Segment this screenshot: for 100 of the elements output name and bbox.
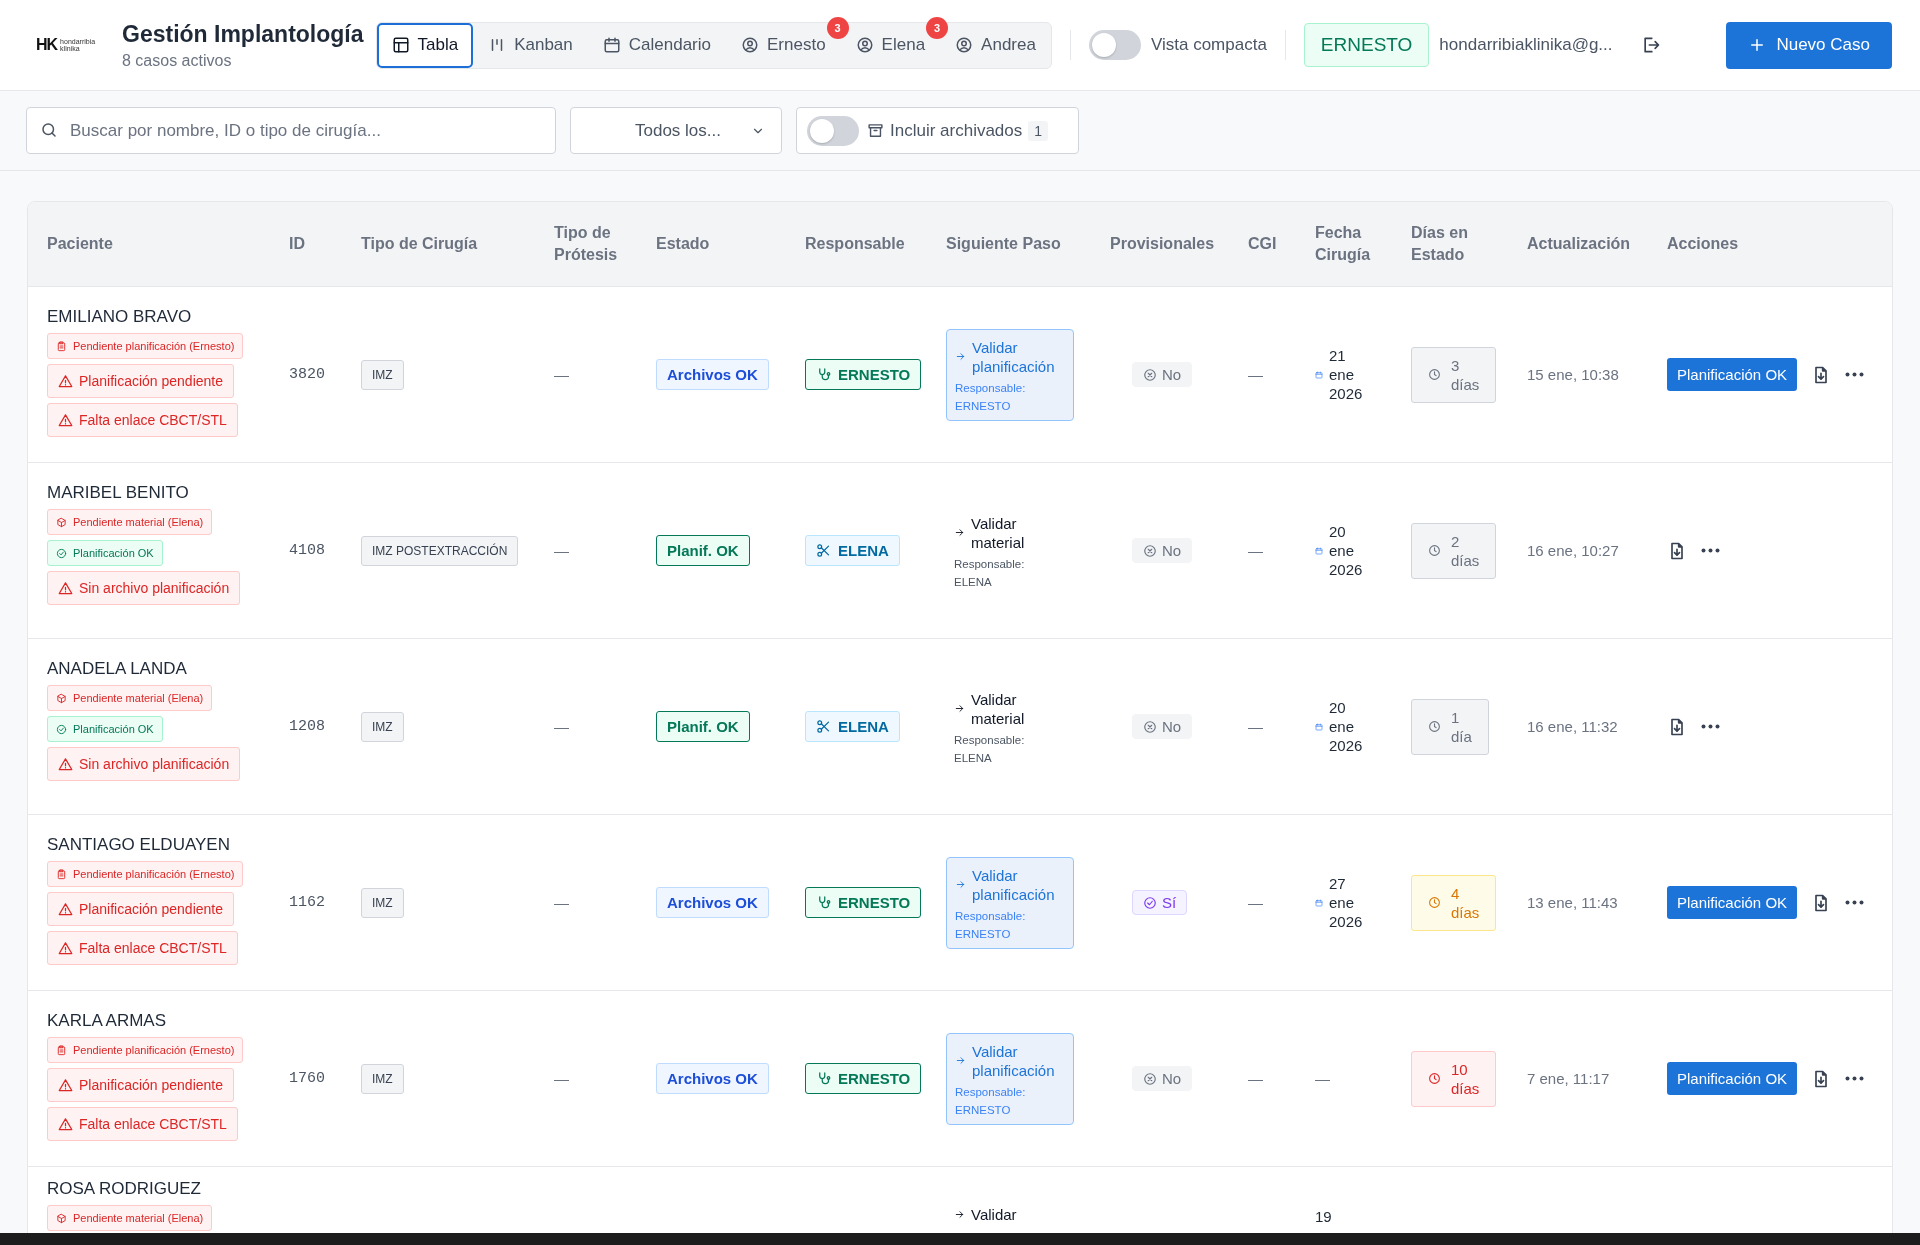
user-icon (855, 36, 874, 54)
stethoscope-icon (816, 1071, 831, 1086)
x-circle-icon (1143, 543, 1157, 558)
x-circle-icon (1143, 719, 1157, 734)
check-circle-icon (56, 547, 67, 559)
next-step-title: Validar (971, 1205, 1017, 1224)
user-email: hondarribiaklinika@g... (1439, 35, 1613, 55)
more-icon (1701, 724, 1720, 729)
status-tag: Planificación pendiente (47, 364, 234, 398)
patient-name: ROSA RODRIGUEZ (47, 1179, 201, 1199)
next-step-title: Validar planificación (972, 337, 1056, 376)
approve-button[interactable]: Planificación OK (1667, 886, 1798, 919)
more-button[interactable] (1701, 548, 1720, 553)
archive-icon (867, 122, 884, 139)
status-badge: Archivos OK (656, 887, 769, 918)
owner-badge: ERNESTO (805, 1063, 922, 1094)
status-badge: Planif. OK (656, 711, 750, 742)
approve-button[interactable]: Planificación OK (1667, 358, 1798, 391)
new-case-button[interactable]: Nuevo Caso (1726, 21, 1892, 69)
surgery-date: 20 ene 2026 (1329, 522, 1363, 579)
next-step-label: Responsable: (954, 733, 1026, 746)
surgery-type: IMZ (361, 359, 404, 390)
provisional-badge: Sí (1132, 890, 1188, 915)
warning-icon (58, 1077, 73, 1093)
user-icon (955, 36, 974, 54)
next-step-title: Validar material (971, 513, 1026, 552)
more-button[interactable] (1701, 724, 1720, 729)
more-button[interactable] (1845, 372, 1865, 377)
surgery-date: 27 ene 2026 (1329, 874, 1363, 931)
stethoscope-icon (816, 367, 831, 382)
more-button[interactable] (1845, 900, 1865, 905)
arrow-right-icon (954, 1209, 965, 1220)
clipboard-icon (56, 340, 67, 352)
patient-name: SANTIAGO ELDUAYEN (47, 835, 230, 855)
more-button[interactable] (1845, 1076, 1865, 1081)
x-circle-icon (1143, 367, 1157, 382)
updated-time: 16 ene, 11:32 (1527, 718, 1618, 735)
case-id: 4108 (289, 542, 325, 559)
stethoscope-icon (816, 895, 831, 910)
next-step-title: Validar material (971, 689, 1026, 728)
surgery-type: IMZ (361, 887, 404, 918)
more-icon (1845, 900, 1865, 905)
approve-button[interactable]: Planificación OK (1667, 1062, 1798, 1095)
toggle-switch[interactable] (807, 115, 859, 146)
warning-icon (58, 901, 73, 917)
warning-icon (58, 940, 73, 956)
check-circle-icon (56, 723, 67, 735)
days-badge: 1 día (1411, 698, 1489, 755)
clipboard-icon (56, 868, 67, 880)
search-field[interactable]: Buscar por nombre, ID o tipo de cirugía... (26, 107, 556, 154)
surgery-date: 21 ene 2026 (1329, 346, 1363, 403)
provisional-badge: No (1132, 714, 1193, 739)
days-badge: 4 días (1411, 874, 1497, 931)
warning-icon (58, 756, 73, 772)
calendar-icon (1315, 370, 1323, 379)
surgery-type: IMZ (361, 1063, 404, 1094)
status-tag: Pendiente material (Elena) (47, 509, 213, 535)
more-icon (1845, 1076, 1865, 1081)
provisional-badge: No (1132, 1066, 1193, 1091)
status-badge: Archivos OK (656, 1063, 769, 1094)
check-circle-icon (1143, 895, 1157, 910)
empty-value: — (1315, 1070, 1330, 1087)
surgery-type: IMZ (361, 711, 404, 742)
table-icon (391, 36, 410, 54)
calendar-icon (1315, 546, 1323, 555)
package-icon (56, 692, 67, 704)
next-step-owner: ELENA (954, 575, 993, 588)
count-badge: 1 (1028, 120, 1049, 141)
toggle-switch[interactable] (1088, 30, 1141, 60)
clipboard-icon (56, 1044, 67, 1056)
days-badge: 10 días (1411, 1050, 1497, 1107)
notification-badge: 3 (826, 16, 849, 39)
empty-value: — (554, 718, 569, 735)
column-header: Paciente (47, 234, 114, 254)
status-tag: Sin archivo planificación (47, 571, 241, 605)
next-step-owner: ERNESTO (955, 399, 1012, 412)
surgery-type: IMZ POSTEXTRACCIÓN (361, 535, 519, 566)
status-dropdown[interactable]: Todos los... (570, 107, 782, 154)
status-tag: Pendiente material (Elena) (47, 685, 213, 711)
status-tag: Falta enlace CBCT/STL (47, 931, 238, 965)
status-tag: Pendiente planificación (Ernesto) (47, 1037, 244, 1063)
next-step-owner: ERNESTO (955, 927, 1012, 940)
status-tag: Planificación pendiente (47, 1068, 234, 1102)
empty-value: — (554, 1070, 569, 1087)
empty-value: — (554, 894, 569, 911)
status-badge: Planif. OK (656, 535, 750, 566)
more-icon (1701, 548, 1720, 553)
scissors-icon (816, 719, 831, 734)
view-tab[interactable]: Tabla (376, 22, 474, 68)
view-tab[interactable]: Kanban (473, 22, 588, 68)
column-header: Días en Estado (1411, 223, 1469, 265)
empty-value: — (554, 366, 569, 383)
view-tab[interactable]: Calendario (587, 22, 726, 68)
status-tag: Falta enlace CBCT/STL (47, 403, 238, 437)
clock-icon (1428, 1072, 1441, 1085)
next-step-title: Validar planificación (972, 865, 1056, 904)
surgery-date: 19 (1315, 1207, 1332, 1226)
case-id: 1760 (289, 1070, 325, 1087)
clock-icon (1428, 368, 1441, 381)
status-tag: Falta enlace CBCT/STL (47, 1107, 238, 1141)
